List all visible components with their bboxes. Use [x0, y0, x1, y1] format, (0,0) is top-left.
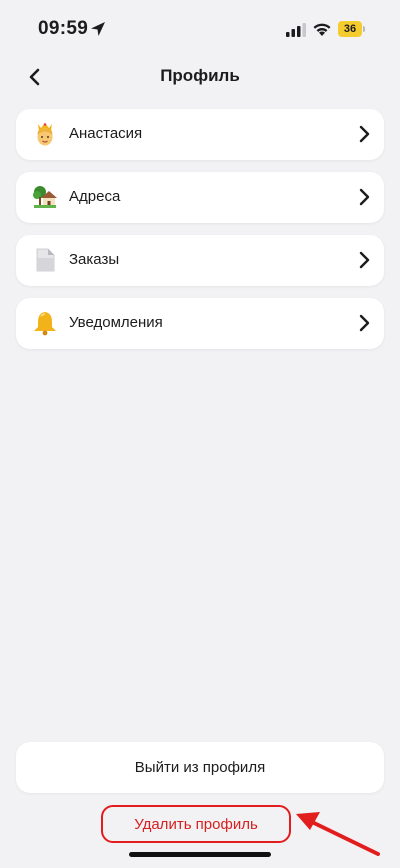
cellular-signal-icon	[286, 23, 306, 37]
chevron-right-icon	[359, 251, 370, 269]
menu-item-label: Уведомления	[69, 314, 163, 331]
menu-item-label: Анастасия	[69, 125, 143, 142]
chevron-right-icon	[359, 125, 370, 143]
delete-profile-button[interactable]: Удалить профиль	[101, 805, 291, 843]
bell-icon	[34, 312, 56, 336]
menu-item-addresses[interactable]: Адреса	[16, 172, 384, 223]
battery-tip	[363, 26, 365, 32]
profile-menu-list: Анастасия Адреса Заказы Уведомления	[16, 109, 384, 361]
location-arrow-icon	[91, 22, 105, 36]
logout-button[interactable]: Выйти из профиля	[16, 742, 384, 793]
chevron-right-icon	[359, 188, 370, 206]
chevron-right-icon	[359, 314, 370, 332]
menu-item-label: Заказы	[69, 251, 120, 268]
battery-level: 36	[338, 21, 362, 37]
nav-bar: Профиль	[0, 58, 400, 96]
page-title: Профиль	[160, 66, 240, 85]
status-time: 09:59	[38, 18, 89, 39]
menu-item-label: Адреса	[69, 188, 121, 205]
menu-item-notifications[interactable]: Уведомления	[16, 298, 384, 349]
battery-indicator: 36	[338, 21, 366, 37]
status-bar: 09:59 36	[0, 0, 400, 58]
document-icon	[36, 248, 55, 272]
red-arrow-annotation-icon	[296, 812, 380, 856]
home-indicator	[129, 852, 271, 857]
menu-item-name[interactable]: Анастасия	[16, 109, 384, 160]
menu-item-orders[interactable]: Заказы	[16, 235, 384, 286]
princess-emoji-icon	[37, 123, 53, 146]
house-with-garden-icon	[33, 186, 57, 208]
wifi-icon	[313, 23, 331, 36]
